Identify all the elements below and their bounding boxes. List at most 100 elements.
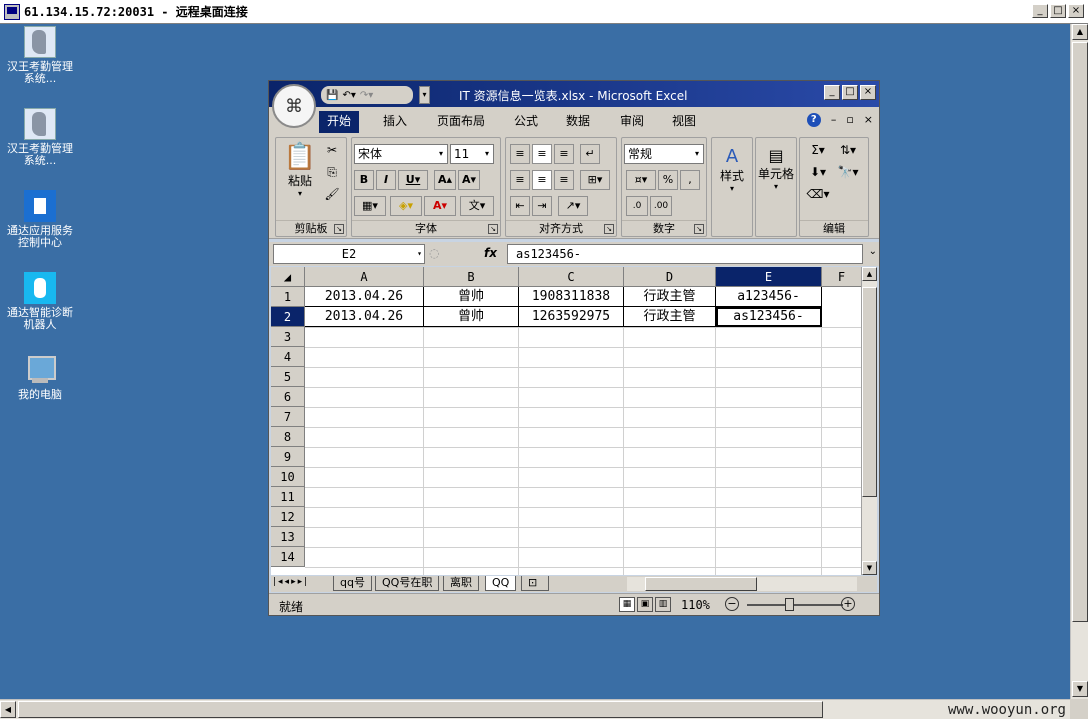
cell-e1[interactable]: a123456- [716,287,822,307]
row-header[interactable]: 8 [271,427,305,447]
ribbon-close-icon[interactable]: × [864,113,873,127]
styles-button[interactable]: A 样式 ▾ [712,146,752,193]
fill-icon[interactable]: ⬇▾ [806,164,830,180]
hscroll-thumb[interactable] [645,577,757,591]
scroll-left-icon[interactable]: ◀ [0,701,16,718]
scroll-thumb[interactable] [18,701,823,718]
row-header[interactable]: 12 [271,507,305,527]
scroll-down-icon[interactable]: ▼ [1072,681,1088,697]
excel-maximize-button[interactable]: □ [842,85,858,100]
tab-review[interactable]: 审阅 [612,111,652,133]
page-break-view-icon[interactable]: ▥ [655,597,671,612]
horizontal-scrollbar[interactable] [627,577,857,591]
cells-group[interactable]: ▤ 单元格 ▾ [755,137,797,237]
clear-icon[interactable]: ⌫▾ [806,186,830,202]
row-header[interactable]: 6 [271,387,305,407]
grid-vertical-scrollbar[interactable]: ▲ ▼ [861,267,877,575]
sheet-tab[interactable]: qq号 [333,576,372,591]
find-select-icon[interactable]: 🔭▾ [836,164,860,180]
align-top-button[interactable]: ≡ [510,144,530,164]
empty-cells-area[interactable] [305,327,861,575]
maximize-button[interactable]: □ [1050,4,1066,18]
scroll-up-icon[interactable]: ▲ [1072,24,1088,40]
bold-button[interactable]: B [354,170,374,190]
zoom-out-icon[interactable]: − [725,597,739,611]
align-middle-button[interactable]: ≡ [532,144,552,164]
desktop-icon-robot[interactable]: 通达智能诊断机器人 [2,272,78,331]
font-size-select[interactable]: 11 ▾ [450,144,494,164]
cell-d1[interactable]: 行政主管 [624,287,716,307]
insert-sheet-icon[interactable]: ⊡ [521,576,549,591]
tab-insert[interactable]: 插入 [375,111,415,133]
sort-filter-icon[interactable]: ⇅▾ [836,142,860,158]
column-header-d[interactable]: D [624,267,716,287]
ribbon-minimize-icon[interactable]: – [831,113,837,127]
desktop-icon-my-computer[interactable]: 我的电脑 [2,354,78,401]
phonetic-button[interactable]: 文▾ [460,196,494,216]
tab-view[interactable]: 视图 [664,111,704,133]
rdp-horizontal-scrollbar[interactable]: ◀ www.wooyun.org [0,699,1070,719]
scroll-thumb[interactable] [1072,42,1088,622]
scroll-up-icon[interactable]: ▲ [862,267,877,281]
align-bottom-button[interactable]: ≡ [554,144,574,164]
zoom-slider-thumb[interactable] [785,598,794,611]
rdp-title-bar[interactable]: 61.134.15.72:20031 - 远程桌面连接 _ □ × [0,0,1088,24]
align-center-button[interactable]: ≡ [532,170,552,190]
font-launcher-icon[interactable]: ↘ [488,224,498,234]
comma-button[interactable]: , [680,170,700,190]
fill-color-button[interactable]: ◈▾ [390,196,422,216]
paste-button[interactable]: 📋 粘贴 ▾ [280,142,320,198]
copy-icon[interactable]: ⎘ [324,164,340,180]
number-launcher-icon[interactable]: ↘ [694,224,704,234]
excel-minimize-button[interactable]: _ [824,85,840,100]
column-header-c[interactable]: C [519,267,624,287]
desktop-icon-attendance-1[interactable]: 汉王考勤管理系统... [2,26,78,85]
merge-center-button[interactable]: ⊞▾ [580,170,610,190]
row-header[interactable]: 9 [271,447,305,467]
desktop-icon-attendance-2[interactable]: 汉王考勤管理系统... [2,108,78,167]
customize-qat-button[interactable]: ▾ [419,86,430,104]
clipboard-launcher-icon[interactable]: ↘ [334,224,344,234]
scroll-thumb[interactable] [862,287,877,497]
currency-button[interactable]: ¤▾ [626,170,656,190]
cell-e2-active[interactable]: as123456- [716,307,822,327]
format-painter-icon[interactable]: 🖌 [324,186,340,202]
align-right-button[interactable]: ≡ [554,170,574,190]
tab-formulas[interactable]: 公式 [506,111,546,133]
italic-button[interactable]: I [376,170,396,190]
excel-close-button[interactable]: × [860,85,876,100]
cell-b2[interactable]: 曾帅 [424,307,519,327]
row-header[interactable]: 2 [271,307,305,327]
increase-decimal-button[interactable]: .0 [626,196,648,216]
cell-a1[interactable]: 2013.04.26 [305,287,424,307]
row-header[interactable]: 3 [271,327,305,347]
select-all-corner[interactable]: ◢ [271,267,305,287]
normal-view-icon[interactable]: ▦ [619,597,635,612]
decrease-indent-button[interactable]: ⇤ [510,196,530,216]
insert-function-icon[interactable]: fx [484,246,497,260]
cells-button[interactable]: ▤ 单元格 ▾ [756,146,796,191]
number-format-select[interactable]: 常规 ▾ [624,144,704,164]
rdp-vertical-scrollbar[interactable]: ▲ ▼ [1070,24,1088,699]
tab-page-layout[interactable]: 页面布局 [429,111,493,133]
row-header[interactable]: 4 [271,347,305,367]
font-name-select[interactable]: 宋体 ▾ [354,144,448,164]
scroll-down-icon[interactable]: ▼ [862,561,877,575]
save-icon[interactable]: 💾 [326,90,338,101]
borders-button[interactable]: ▦▾ [354,196,386,216]
cell-c2[interactable]: 1263592975 [519,307,624,327]
row-header[interactable]: 10 [271,467,305,487]
cell-d2[interactable]: 行政主管 [624,307,716,327]
row-header[interactable]: 14 [271,547,305,567]
cell-c1[interactable]: 1908311838 [519,287,624,307]
tab-data[interactable]: 数据 [558,111,598,133]
formula-input[interactable]: as123456- [507,244,863,264]
cell-b1[interactable]: 曾帅 [424,287,519,307]
excel-title-bar[interactable]: 💾 ↶▾ ↷▾ ▾ IT 资源信息一览表.xlsx - Microsoft Ex… [269,81,879,107]
page-layout-view-icon[interactable]: ▣ [637,597,653,612]
orientation-button[interactable]: ↗▾ [558,196,588,216]
column-header-a[interactable]: A [305,267,424,287]
styles-group[interactable]: A 样式 ▾ [711,137,753,237]
shrink-font-button[interactable]: A▾ [458,170,480,190]
name-box[interactable]: E2 ▾ [273,244,425,264]
